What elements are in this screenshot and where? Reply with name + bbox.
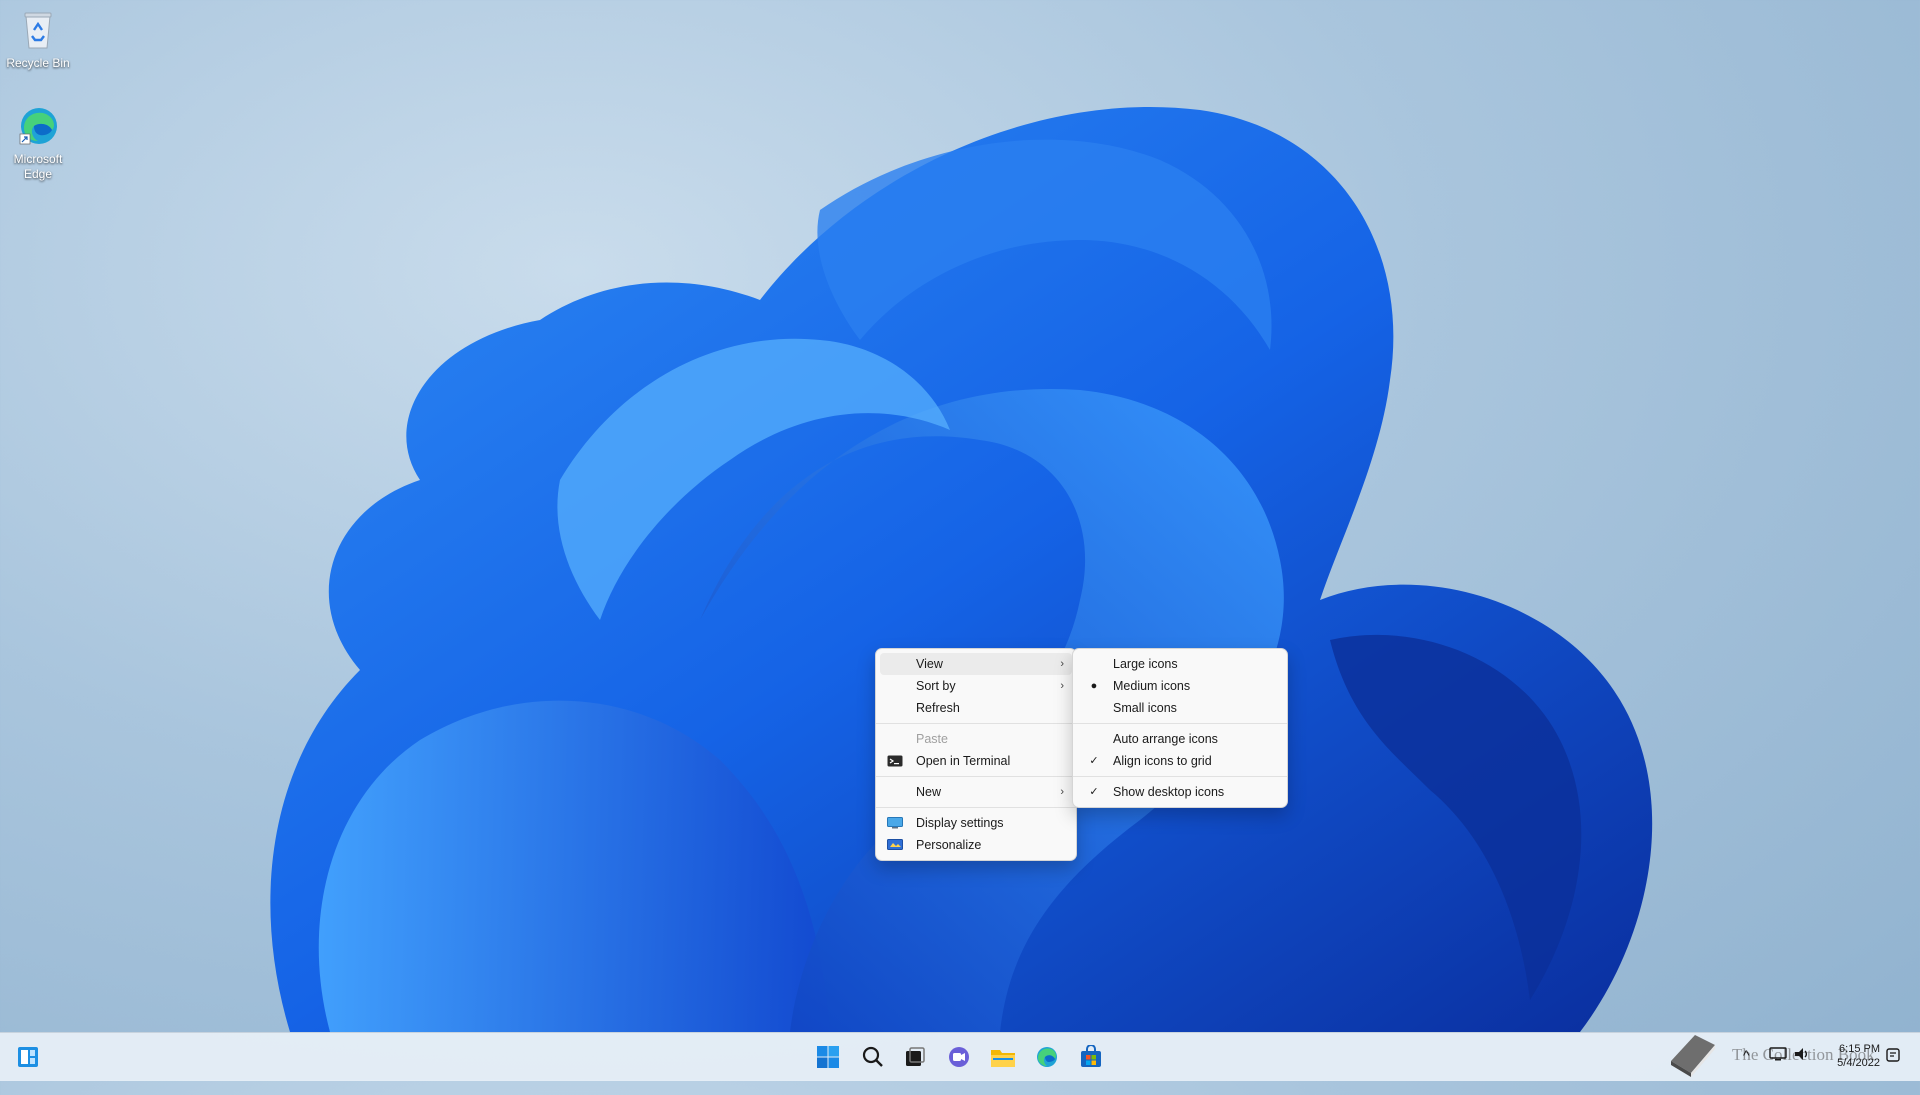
desktop-icon-label: Microsoft Edge: [13, 152, 63, 181]
menu-item-label: Sort by: [916, 679, 956, 693]
menu-item-label: Medium icons: [1113, 679, 1191, 693]
start-button[interactable]: [812, 1041, 844, 1073]
menu-item-medium-icons[interactable]: ● Medium icons: [1077, 675, 1283, 697]
chevron-right-icon: ›: [1060, 680, 1064, 692]
menu-separator: [876, 723, 1076, 724]
chat-button[interactable]: [943, 1041, 975, 1073]
desktop-icon-edge[interactable]: Microsoft Edge: [0, 104, 76, 182]
menu-item-personalize[interactable]: Personalize: [880, 834, 1072, 856]
widgets-button[interactable]: [12, 1041, 44, 1073]
menu-item-open-in-terminal[interactable]: Open in Terminal: [880, 750, 1072, 772]
terminal-icon: [887, 755, 903, 767]
menu-separator: [1073, 776, 1287, 777]
menu-item-sort-by[interactable]: Sort by ›: [880, 675, 1072, 697]
start-icon: [817, 1046, 839, 1068]
chevron-right-icon: ›: [1060, 658, 1064, 670]
notification-icon[interactable]: [1884, 1046, 1902, 1094]
menu-item-label: Paste: [916, 732, 948, 746]
menu-item-paste: Paste: [880, 728, 1072, 750]
file-explorer-button[interactable]: [987, 1041, 1019, 1073]
menu-separator: [1073, 723, 1287, 724]
store-button[interactable]: [1075, 1041, 1107, 1073]
menu-item-large-icons[interactable]: Large icons: [1077, 653, 1283, 675]
menu-separator: [876, 776, 1076, 777]
menu-item-label: Show desktop icons: [1113, 785, 1225, 799]
recycle-bin-icon: [16, 8, 60, 52]
widgets-icon: [18, 1047, 38, 1067]
task-view-button[interactable]: [899, 1041, 931, 1073]
clock-date: 5/4/2022: [1837, 1057, 1880, 1069]
desktop-context-menu: View › Sort by › Refresh Paste Open in T…: [875, 648, 1077, 861]
checkmark-icon: ✓: [1089, 786, 1099, 798]
display-icon: [887, 817, 903, 829]
menu-item-label: Small icons: [1113, 701, 1177, 715]
chevron-up-icon[interactable]: ^: [1743, 1047, 1750, 1095]
watermark-book-icon: [1665, 1027, 1721, 1077]
menu-item-label: View: [916, 657, 943, 671]
checkmark-icon: ✓: [1089, 755, 1099, 767]
edge-icon: [16, 104, 60, 148]
file-explorer-icon: [991, 1050, 1015, 1067]
task-view-icon: [906, 1047, 925, 1066]
wallpaper-bloom: [270, 107, 1653, 1032]
taskbar: The Collection Book ^ 6:15 PM 5/4/2022: [0, 1032, 1920, 1081]
menu-item-label: Align icons to grid: [1113, 754, 1212, 768]
chevron-right-icon: ›: [1060, 786, 1064, 798]
desktop-icon-recycle-bin[interactable]: Recycle Bin: [0, 8, 76, 71]
menu-item-label: Refresh: [916, 701, 960, 715]
desktop-icon-label: Recycle Bin: [6, 56, 70, 70]
edge-icon: [1037, 1047, 1057, 1067]
volume-icon[interactable]: [1793, 1046, 1811, 1094]
menu-item-small-icons[interactable]: Small icons: [1077, 697, 1283, 719]
network-icon[interactable]: [1769, 1046, 1787, 1094]
edge-taskbar-button[interactable]: [1031, 1041, 1063, 1073]
personalize-icon: [887, 839, 903, 850]
menu-item-label: Personalize: [916, 838, 982, 852]
menu-item-show-desktop-icons[interactable]: ✓ Show desktop icons: [1077, 781, 1283, 803]
menu-separator: [876, 807, 1076, 808]
store-icon: [1081, 1045, 1101, 1067]
radio-dot-icon: ●: [1090, 680, 1098, 692]
menu-item-auto-arrange[interactable]: Auto arrange icons: [1077, 728, 1283, 750]
menu-item-view[interactable]: View ›: [880, 653, 1072, 675]
menu-item-display-settings[interactable]: Display settings: [880, 812, 1072, 834]
clock[interactable]: 6:15 PM 5/4/2022: [1820, 1042, 1880, 1090]
menu-item-label: Auto arrange icons: [1113, 732, 1218, 746]
menu-item-align-to-grid[interactable]: ✓ Align icons to grid: [1077, 750, 1283, 772]
search-icon: [862, 1046, 883, 1067]
menu-item-refresh[interactable]: Refresh: [880, 697, 1072, 719]
menu-item-label: Large icons: [1113, 657, 1178, 671]
view-submenu: Large icons ● Medium icons Small icons A…: [1072, 648, 1288, 808]
menu-item-label: Display settings: [916, 816, 1004, 830]
chat-icon: [949, 1047, 969, 1067]
clock-time: 6:15 PM: [1839, 1043, 1880, 1055]
menu-item-label: New: [916, 785, 942, 799]
menu-item-new[interactable]: New ›: [880, 781, 1072, 803]
menu-item-label: Open in Terminal: [916, 754, 1011, 768]
search-button[interactable]: [857, 1041, 889, 1073]
